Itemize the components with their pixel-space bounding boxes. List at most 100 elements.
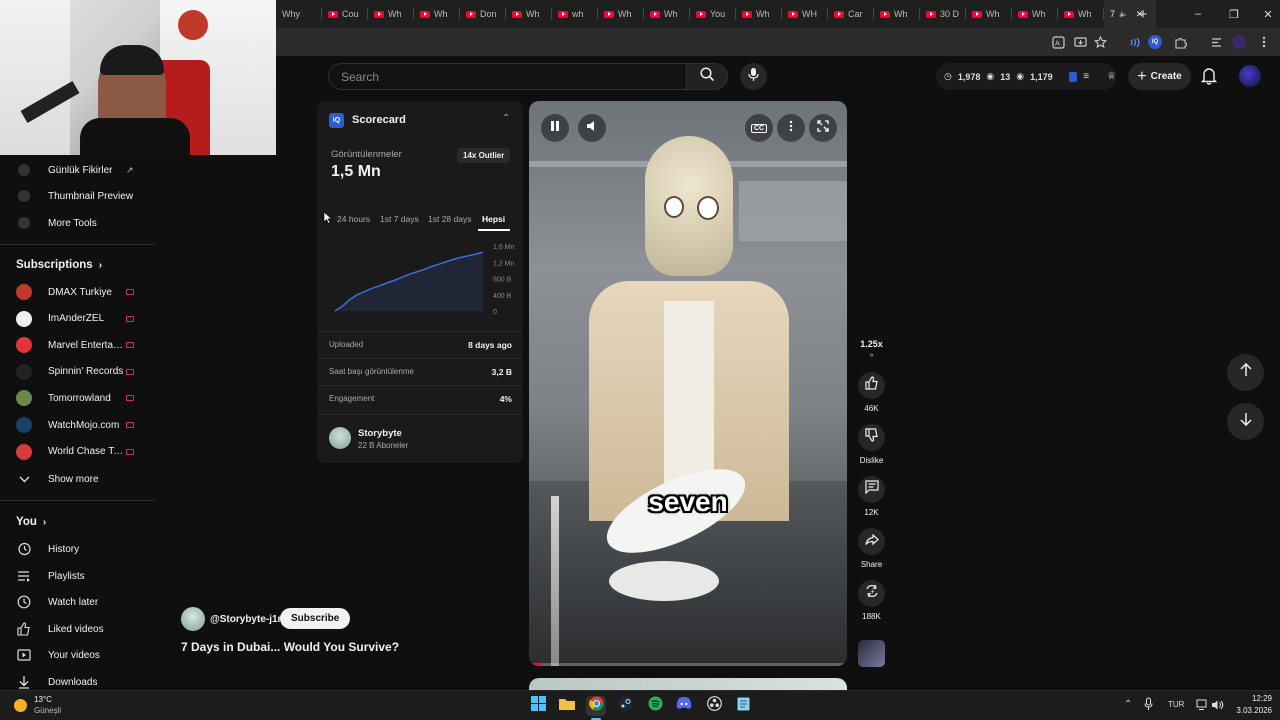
browser-tab[interactable]: wh bbox=[552, 0, 598, 28]
subscription-item[interactable]: World Chase Tag bbox=[0, 439, 154, 465]
channel-name[interactable]: Storybyte bbox=[358, 428, 402, 439]
browser-tab[interactable]: Why bbox=[276, 0, 322, 28]
create-button[interactable]: + Create bbox=[1128, 63, 1191, 90]
previous-short-button[interactable] bbox=[1227, 354, 1264, 391]
channel-handle[interactable]: @Storybyte-j1n bbox=[210, 614, 284, 625]
volume-button[interactable] bbox=[578, 114, 606, 142]
clock-time[interactable]: 12:29 bbox=[1236, 694, 1272, 703]
chrome-taskbar-button[interactable] bbox=[586, 696, 606, 716]
browser-tab[interactable]: Don bbox=[460, 0, 506, 28]
subscription-item[interactable]: WatchMojo.com bbox=[0, 412, 154, 438]
next-short-button[interactable] bbox=[1227, 403, 1264, 440]
sidebar-item-gunluk-fikirler[interactable]: Günlük Fikirler ↗ bbox=[0, 157, 154, 183]
vidiq-stats-bar[interactable]: ◷ 1,978 ◉ 13 ◉ 1,179 ≡ ♕ bbox=[936, 63, 1116, 90]
subscriptions-heading[interactable]: Subscriptions › bbox=[16, 259, 102, 271]
browser-tab[interactable]: Wh bbox=[598, 0, 644, 28]
like-button[interactable]: 46K bbox=[858, 372, 885, 413]
sidebar-item-your-videos[interactable]: Your videos bbox=[0, 642, 154, 668]
reading-list-icon[interactable] bbox=[1208, 34, 1224, 50]
range-tab-28d[interactable]: 1st 28 days bbox=[428, 214, 471, 224]
search-button[interactable] bbox=[686, 63, 728, 90]
volume-tray-icon[interactable] bbox=[1211, 698, 1224, 716]
extensions-puzzle-icon[interactable] bbox=[1172, 34, 1188, 50]
shorts-video-player[interactable]: seven CC bbox=[529, 101, 847, 666]
sidebar-item-playlists[interactable]: Playlists bbox=[0, 563, 154, 589]
webcam-overlay bbox=[0, 0, 276, 155]
remix-button[interactable]: + 188K bbox=[858, 580, 885, 621]
channel-avatar-small[interactable] bbox=[181, 607, 205, 631]
profile-avatar-icon[interactable] bbox=[1232, 35, 1246, 49]
start-button[interactable] bbox=[528, 696, 548, 716]
pause-button[interactable] bbox=[541, 114, 569, 142]
sidebar-item-history[interactable]: History bbox=[0, 536, 154, 562]
fullscreen-button[interactable] bbox=[809, 114, 837, 142]
extension-wave-icon[interactable] bbox=[1126, 34, 1142, 50]
range-tab-24h[interactable]: 24 hours bbox=[337, 214, 370, 224]
channel-avatar[interactable] bbox=[329, 427, 351, 449]
sidebar-item-more-tools[interactable]: More Tools bbox=[0, 210, 154, 236]
browser-tab[interactable]: Wh bbox=[1012, 0, 1058, 28]
subscription-item[interactable]: DMAX Turkiye bbox=[0, 279, 154, 305]
comments-button[interactable]: 12K bbox=[858, 476, 885, 517]
you-heading[interactable]: You › bbox=[16, 516, 46, 528]
sidebar-item-liked-videos[interactable]: Liked videos bbox=[0, 616, 154, 642]
browser-tab[interactable]: Wh bbox=[644, 0, 690, 28]
close-window-button[interactable]: ✕ bbox=[1250, 0, 1280, 28]
file-explorer-button[interactable] bbox=[557, 696, 577, 716]
browser-tab[interactable]: Wh bbox=[966, 0, 1012, 28]
bookmark-star-icon[interactable] bbox=[1092, 34, 1108, 50]
browser-tab[interactable]: Car bbox=[828, 0, 874, 28]
notifications-button[interactable] bbox=[1200, 67, 1221, 87]
subscription-item[interactable]: Spinnin' Records bbox=[0, 359, 154, 385]
new-tab-button[interactable]: + bbox=[1128, 0, 1158, 28]
language-indicator[interactable]: TUR bbox=[1168, 700, 1184, 709]
notepad-taskbar-button[interactable] bbox=[733, 696, 753, 716]
install-app-icon[interactable] bbox=[1072, 34, 1088, 50]
sidebar-item-watch-later[interactable]: Watch later bbox=[0, 589, 154, 615]
browser-tab[interactable]: Wh bbox=[1058, 0, 1104, 28]
browser-tab[interactable]: WH bbox=[782, 0, 828, 28]
browser-tab[interactable]: Wh bbox=[874, 0, 920, 28]
subscription-item[interactable]: Tomorrowland bbox=[0, 385, 154, 411]
search-input[interactable]: Search bbox=[328, 63, 686, 90]
microphone-tray-icon[interactable] bbox=[1144, 697, 1153, 716]
browser-tab[interactable]: Wh bbox=[368, 0, 414, 28]
browser-tab[interactable]: Wh bbox=[506, 0, 552, 28]
clock-date[interactable]: 3.03.2026 bbox=[1226, 706, 1272, 715]
subscription-item[interactable]: ImAnderZEL bbox=[0, 306, 154, 332]
captions-button[interactable]: CC bbox=[745, 114, 773, 142]
translate-icon[interactable]: A bbox=[1050, 34, 1066, 50]
vidiq-extension-icon[interactable]: iQ bbox=[1148, 35, 1162, 49]
playback-speed-indicator[interactable]: 1.25x » bbox=[858, 334, 885, 359]
show-more-button[interactable]: Show more bbox=[0, 466, 154, 492]
obs-taskbar-button[interactable] bbox=[704, 696, 724, 716]
browser-tab[interactable]: Wh bbox=[736, 0, 782, 28]
video-progress-track[interactable] bbox=[529, 663, 847, 666]
discord-taskbar-button[interactable] bbox=[674, 696, 694, 716]
dislike-button[interactable]: Dislike bbox=[858, 424, 885, 465]
collapse-chevron-icon[interactable]: ⌃ bbox=[502, 113, 510, 124]
restore-button[interactable]: ❐ bbox=[1216, 0, 1252, 28]
range-tab-all[interactable]: Hepsi bbox=[482, 214, 505, 224]
sidebar-item-thumbnail-preview[interactable]: Thumbnail Preview bbox=[0, 183, 154, 209]
voice-search-button[interactable] bbox=[740, 63, 767, 90]
spotify-taskbar-button[interactable] bbox=[645, 696, 665, 716]
browser-tab[interactable]: Wh bbox=[414, 0, 460, 28]
share-button[interactable]: Share bbox=[858, 528, 885, 569]
browser-tab[interactable]: Cou bbox=[322, 0, 368, 28]
video-title[interactable]: 7 Days in Dubai... Would You Survive? bbox=[181, 640, 399, 654]
account-avatar[interactable] bbox=[1239, 65, 1261, 87]
network-icon[interactable] bbox=[1196, 698, 1208, 716]
more-options-button[interactable] bbox=[777, 114, 805, 142]
range-tab-7d[interactable]: 1st 7 days bbox=[380, 214, 419, 224]
weather-icon[interactable] bbox=[14, 699, 27, 712]
browser-tab[interactable]: 30 D bbox=[920, 0, 966, 28]
minimize-button[interactable]: ‒ bbox=[1180, 0, 1216, 28]
steam-taskbar-button[interactable] bbox=[615, 696, 635, 716]
browser-menu-icon[interactable] bbox=[1256, 34, 1272, 50]
browser-tab[interactable]: You bbox=[690, 0, 736, 28]
tray-overflow-icon[interactable]: ⌃ bbox=[1124, 699, 1132, 710]
subscribe-button[interactable]: Subscribe bbox=[280, 608, 351, 629]
subscription-item[interactable]: Marvel Entertain... bbox=[0, 332, 154, 358]
sound-thumbnail[interactable] bbox=[858, 640, 885, 667]
